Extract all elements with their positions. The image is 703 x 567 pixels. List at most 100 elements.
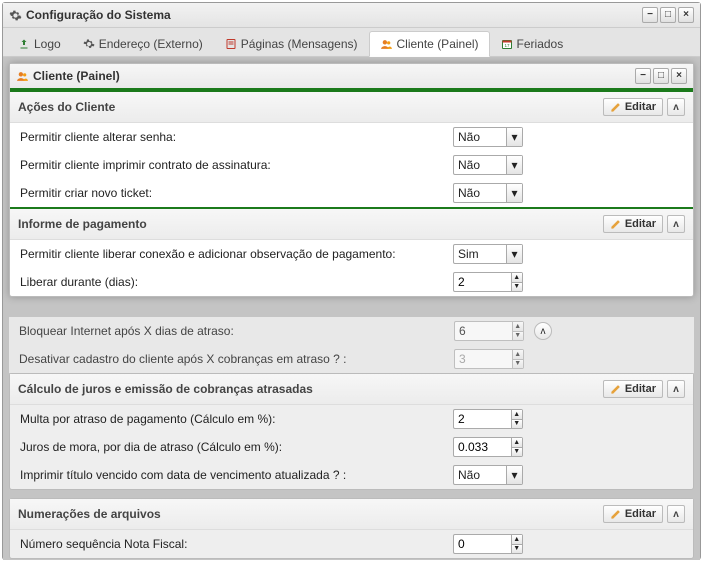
field-label: Bloquear Internet após X dias de atraso: [19,324,454,338]
collapse-button[interactable]: ʌ [667,98,685,116]
collapse-button[interactable]: ʌ [667,505,685,523]
table-row: Juros de mora, por dia de atraso (Cálcul… [10,433,693,461]
window-minimize-button[interactable]: − [642,7,658,23]
section-header: Cálculo de juros e emissão de cobranças … [10,374,693,405]
pencil-icon [610,219,621,230]
spin-down-icon[interactable]: ▼ [513,331,524,341]
section-header: Informe de pagamento Editar ʌ [10,209,693,240]
gear-icon [83,38,95,50]
window-close-button[interactable]: × [678,7,694,23]
tab-label: Logo [34,37,61,51]
spin-down-icon[interactable]: ▼ [512,419,523,429]
scroll-up-button[interactable]: ʌ [534,322,552,340]
field-label: Liberar durante (dias): [20,275,453,289]
gear-icon [9,9,22,22]
spin-down-icon: ▼ [513,359,524,369]
field-label: Imprimir título vencido com data de venc… [20,468,453,482]
table-row: Permitir cliente liberar conexão e adici… [10,240,693,268]
tab-label: Feriados [517,37,564,51]
select-liberar-conexao[interactable]: Sim▾ [453,244,523,264]
table-row: Permitir criar novo ticket: Não▾ [10,179,693,207]
tabstrip: Logo Endereço (Externo) Páginas (Mensage… [3,28,700,57]
select-imprimir-contrato[interactable]: Não▾ [453,155,523,175]
panel-close-button[interactable]: × [671,68,687,84]
bg-row-bloquear: Bloquear Internet após X dias de atraso:… [9,317,694,345]
field-label: Multa por atraso de pagamento (Cálculo e… [20,412,453,426]
section-header: Numerações de arquivos Editar ʌ [10,499,693,530]
spin-down-icon[interactable]: ▼ [512,447,523,457]
table-row: Imprimir título vencido com data de venc… [10,461,693,489]
number-input[interactable]: ▲▼ [453,409,523,429]
edit-button[interactable]: Editar [603,505,663,523]
section-informe-pagamento: Informe de pagamento Editar ʌ Permitir c… [10,207,693,296]
users-icon [16,70,29,83]
spin-down-icon[interactable]: ▼ [512,282,523,292]
bg-section-calculo: Cálculo de juros e emissão de cobranças … [9,373,694,490]
window-maximize-button[interactable]: □ [660,7,676,23]
edit-button[interactable]: Editar [603,380,663,398]
number-input[interactable]: ▲▼ [453,437,523,457]
spin-up-icon: ▲ [513,350,524,359]
select-novo-ticket[interactable]: Não▾ [453,183,523,203]
field-label: Permitir cliente liberar conexão e adici… [20,247,453,261]
spin-up-icon[interactable]: ▲ [512,410,523,419]
field-label: Juros de mora, por dia de atraso (Cálcul… [20,440,453,454]
spin-down-icon[interactable]: ▼ [512,544,523,554]
select-input[interactable]: Não▾ [453,465,523,485]
tab-endereco[interactable]: Endereço (Externo) [72,30,214,56]
collapse-button[interactable]: ʌ [667,380,685,398]
chevron-down-icon: ▾ [506,184,522,202]
section-header: Ações do Cliente Editar ʌ [10,92,693,123]
edit-button[interactable]: Editar [603,215,663,233]
number-input[interactable]: ▲▼ [454,321,524,341]
chevron-down-icon: ▾ [506,156,522,174]
table-row: Permitir cliente imprimir contrato de as… [10,151,693,179]
field-label: Permitir cliente alterar senha: [20,130,453,144]
spin-up-icon[interactable]: ▲ [512,535,523,544]
table-row: Liberar durante (dias): ▲▼ [10,268,693,296]
section-acoes-cliente: Ações do Cliente Editar ʌ Permitir clien… [10,90,693,207]
calendar-icon: 17 [501,38,513,50]
edit-button[interactable]: Editar [603,98,663,116]
spin-up-icon[interactable]: ▲ [513,322,524,331]
number-liberar-dias[interactable]: ▲▼ [453,272,523,292]
pencil-icon [610,102,621,113]
tab-feriados[interactable]: 17 Feriados [490,30,575,56]
svg-text:17: 17 [504,43,510,48]
tab-paginas[interactable]: Páginas (Mensagens) [214,30,369,56]
spin-up-icon[interactable]: ▲ [512,273,523,282]
section-title: Ações do Cliente [18,100,115,114]
spin-up-icon[interactable]: ▲ [512,438,523,447]
select-alterar-senha[interactable]: Não▾ [453,127,523,147]
cliente-painel-panel: Cliente (Painel) − □ × Ações do Cliente … [9,63,694,297]
chevron-down-icon: ▾ [506,245,522,263]
panel-maximize-button[interactable]: □ [653,68,669,84]
number-input[interactable]: ▲▼ [453,534,523,554]
panel-minimize-button[interactable]: − [635,68,651,84]
tab-cliente[interactable]: Cliente (Painel) [369,31,490,57]
tab-label: Endereço (Externo) [99,37,203,51]
collapse-button[interactable]: ʌ [667,215,685,233]
chevron-down-icon: ▾ [506,466,522,484]
bg-row-desativar: Desativar cadastro do cliente após X cob… [9,345,694,373]
chevron-down-icon: ▾ [506,128,522,146]
page-icon [225,38,237,50]
table-row: Multa por atraso de pagamento (Cálculo e… [10,405,693,433]
section-title: Cálculo de juros e emissão de cobranças … [18,382,313,396]
upload-icon [18,38,30,50]
window-title: Configuração do Sistema [26,8,171,22]
users-icon [380,38,393,51]
field-label: Número sequência Nota Fiscal: [20,537,453,551]
table-row: Número sequência Nota Fiscal: ▲▼ [10,530,693,558]
content-area: Bloquear Internet após X dias de atraso:… [3,57,700,560]
field-label: Permitir cliente imprimir contrato de as… [20,158,453,172]
field-label: Permitir criar novo ticket: [20,186,453,200]
panel-header: Cliente (Painel) − □ × [10,64,693,90]
table-row: Permitir cliente alterar senha: Não▾ [10,123,693,151]
tab-label: Cliente (Painel) [397,37,479,51]
tab-label: Páginas (Mensagens) [241,37,358,51]
panel-title: Cliente (Painel) [33,69,120,83]
tab-logo[interactable]: Logo [7,30,72,56]
pencil-icon [610,509,621,520]
window-titlebar: Configuração do Sistema − □ × [3,3,700,28]
